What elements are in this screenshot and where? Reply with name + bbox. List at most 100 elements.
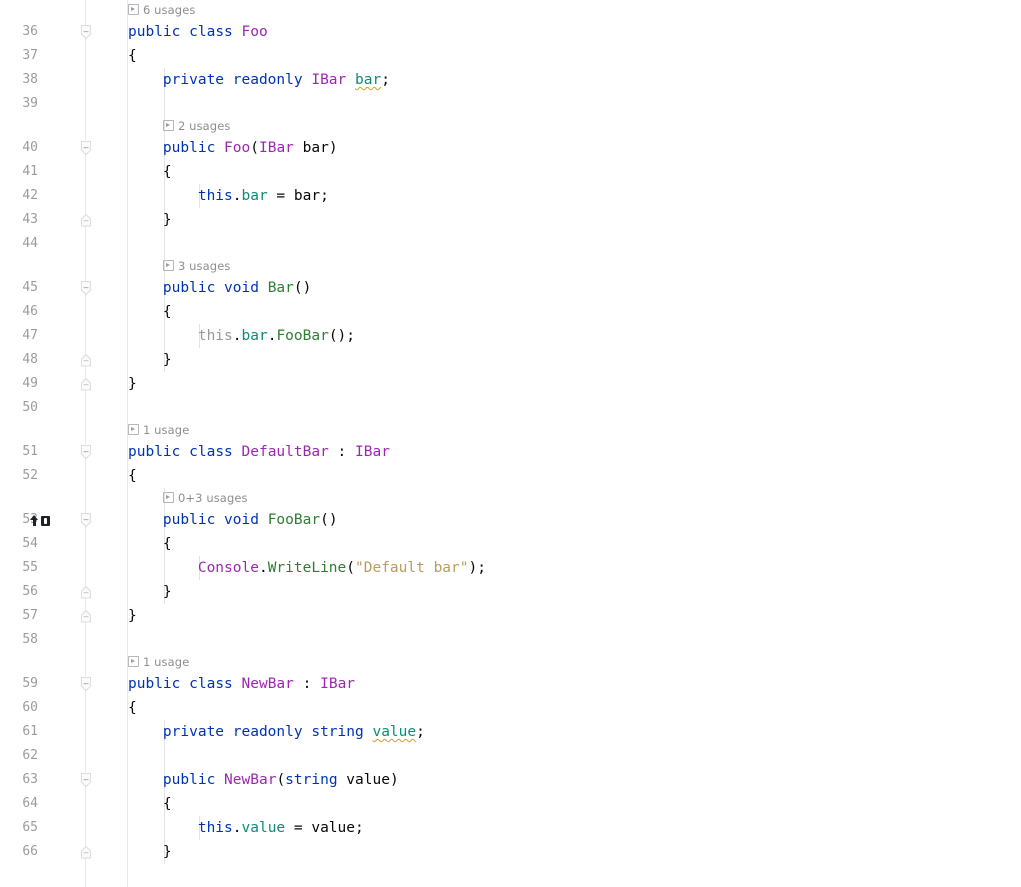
fold-end-icon[interactable] bbox=[78, 584, 94, 601]
fold-end-icon[interactable] bbox=[78, 844, 94, 861]
usages-hint[interactable]: 6 usages bbox=[128, 0, 195, 20]
fold-end-icon[interactable] bbox=[78, 608, 94, 625]
code-text[interactable]: private readonly string value; bbox=[128, 720, 425, 744]
code-text[interactable]: { bbox=[128, 464, 137, 488]
fold-collapse-icon[interactable] bbox=[78, 444, 94, 461]
code-text[interactable]: private readonly IBar bar; bbox=[128, 68, 390, 92]
line-number[interactable]: 56 bbox=[0, 580, 38, 604]
code-text[interactable]: { bbox=[128, 44, 137, 68]
line-number[interactable]: 47 bbox=[0, 324, 38, 348]
member-badge-icon[interactable] bbox=[41, 515, 50, 526]
code-text[interactable]: public class NewBar : IBar bbox=[128, 672, 355, 696]
line-number[interactable]: 42 bbox=[0, 184, 38, 208]
implementing-member-icon[interactable] bbox=[30, 514, 40, 527]
code-text[interactable]: { bbox=[128, 696, 137, 720]
line-number[interactable]: 63 bbox=[0, 768, 38, 792]
line-number[interactable]: 38 bbox=[0, 68, 38, 92]
usages-hint[interactable]: 3 usages bbox=[163, 256, 230, 276]
code-text[interactable]: } bbox=[128, 604, 137, 628]
line-number[interactable]: 45 bbox=[0, 276, 38, 300]
code-text[interactable]: public class DefaultBar : IBar bbox=[128, 440, 390, 464]
line-number[interactable]: 58 bbox=[0, 628, 38, 652]
usages-hint[interactable]: 1 usage bbox=[128, 420, 189, 440]
usages-hint[interactable]: 2 usages bbox=[163, 116, 230, 136]
token: private bbox=[162, 724, 225, 740]
line-number[interactable]: 60 bbox=[0, 696, 38, 720]
fold-end-icon[interactable] bbox=[78, 212, 94, 229]
line-number[interactable]: 52 bbox=[0, 464, 38, 488]
line-number[interactable]: 49 bbox=[0, 372, 38, 396]
line-number[interactable]: 64 bbox=[0, 792, 38, 816]
code-text[interactable]: } bbox=[128, 372, 137, 396]
token: WriteLine bbox=[267, 560, 347, 576]
code-text[interactable]: { bbox=[128, 792, 172, 816]
line-number[interactable]: 66 bbox=[0, 840, 38, 864]
fold-collapse-icon[interactable] bbox=[78, 676, 94, 693]
line-number[interactable]: 37 bbox=[0, 44, 38, 68]
code-text[interactable]: this.value = value; bbox=[128, 816, 364, 840]
token: FooBar bbox=[267, 512, 321, 528]
code-line: 61 private readonly string value; bbox=[0, 720, 1021, 744]
line-number[interactable]: 41 bbox=[0, 160, 38, 184]
fold-collapse-icon[interactable] bbox=[78, 24, 94, 41]
line-number[interactable]: 51 bbox=[0, 440, 38, 464]
code-text[interactable]: { bbox=[128, 160, 172, 184]
gutter-marks[interactable] bbox=[30, 508, 64, 532]
usages-hint-row: 1 usage bbox=[0, 652, 1021, 672]
code-text[interactable]: this.bar.FooBar(); bbox=[128, 324, 355, 348]
code-text[interactable]: } bbox=[128, 208, 172, 232]
code-text[interactable]: } bbox=[128, 348, 172, 372]
line-number[interactable]: 54 bbox=[0, 532, 38, 556]
fold-end-icon[interactable] bbox=[78, 352, 94, 369]
token: string bbox=[285, 772, 338, 788]
usages-icon bbox=[163, 492, 174, 503]
token: private bbox=[162, 72, 225, 88]
code-text[interactable]: public Foo(IBar bar) bbox=[128, 136, 338, 160]
code-text[interactable]: { bbox=[128, 300, 172, 324]
line-number[interactable]: 48 bbox=[0, 348, 38, 372]
line-number[interactable]: 57 bbox=[0, 604, 38, 628]
token: } bbox=[128, 844, 172, 860]
code-text[interactable]: { bbox=[128, 532, 172, 556]
code-text[interactable]: Console.WriteLine("Default bar"); bbox=[128, 556, 486, 580]
line-number[interactable]: 39 bbox=[0, 92, 38, 116]
line-number[interactable]: 40 bbox=[0, 136, 38, 160]
fold-collapse-icon[interactable] bbox=[78, 280, 94, 297]
code-line: 65 this.value = value; bbox=[0, 816, 1021, 840]
code-text[interactable]: public class Foo bbox=[128, 20, 268, 44]
code-line: 54 { bbox=[0, 532, 1021, 556]
code-editor[interactable]: 6 usages 36 public class Foo 37 {38 private … bbox=[0, 0, 1021, 887]
fold-collapse-icon[interactable] bbox=[78, 140, 94, 157]
fold-collapse-icon[interactable] bbox=[78, 512, 94, 529]
line-number[interactable]: 62 bbox=[0, 744, 38, 768]
usages-hint[interactable]: 0+3 usages bbox=[163, 488, 248, 508]
line-number[interactable]: 65 bbox=[0, 816, 38, 840]
fold-collapse-icon[interactable] bbox=[78, 772, 94, 789]
code-text[interactable]: public void FooBar() bbox=[128, 508, 338, 532]
code-text[interactable]: } bbox=[128, 840, 172, 864]
line-number[interactable]: 44 bbox=[0, 232, 38, 256]
code-text[interactable]: } bbox=[128, 580, 172, 604]
line-number[interactable]: 36 bbox=[0, 20, 38, 44]
line-number[interactable]: 50 bbox=[0, 396, 38, 420]
fold-end-icon[interactable] bbox=[78, 376, 94, 393]
token: value bbox=[372, 724, 417, 740]
token: Foo bbox=[241, 24, 268, 40]
token: { bbox=[128, 164, 172, 180]
code-line: 36 public class Foo bbox=[0, 20, 1021, 44]
token: value) bbox=[337, 772, 399, 788]
code-text[interactable]: public void Bar() bbox=[128, 276, 311, 300]
line-number[interactable]: 55 bbox=[0, 556, 38, 580]
usages-hint[interactable]: 1 usage bbox=[128, 652, 189, 672]
usages-hint-row: 1 usage bbox=[0, 420, 1021, 440]
line-number[interactable]: 43 bbox=[0, 208, 38, 232]
code-text[interactable]: this.bar = bar; bbox=[128, 184, 329, 208]
line-number[interactable]: 46 bbox=[0, 300, 38, 324]
line-number[interactable]: 61 bbox=[0, 720, 38, 744]
line-number[interactable]: 59 bbox=[0, 672, 38, 696]
usages-hint-row: 6 usages bbox=[0, 0, 1021, 20]
token: ; bbox=[416, 724, 425, 740]
code-text[interactable]: public NewBar(string value) bbox=[128, 768, 399, 792]
